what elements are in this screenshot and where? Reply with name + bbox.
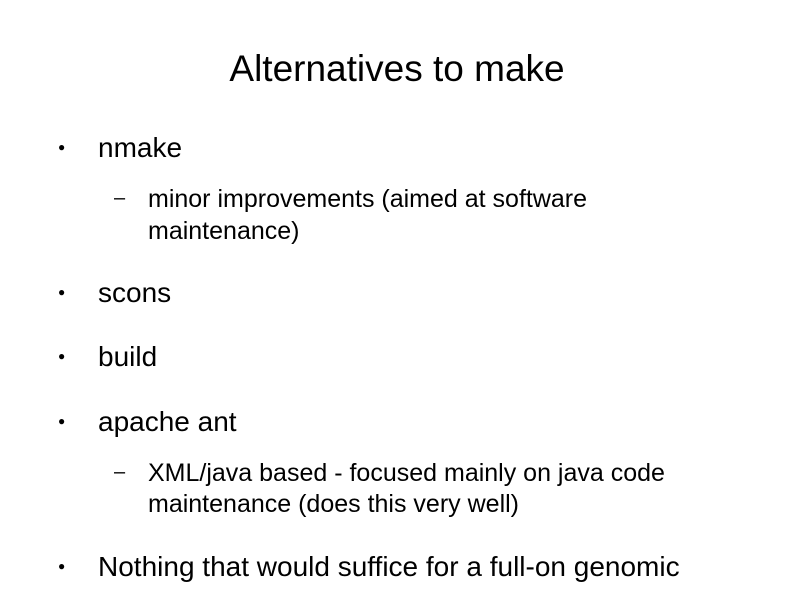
- list-item: scons: [58, 275, 744, 311]
- sub-list: minor improvements (aimed at software ma…: [98, 184, 744, 247]
- list-item: apache ant XML/java based - focused main…: [58, 404, 744, 521]
- sub-list: XML/java based - focused mainly on java …: [98, 458, 744, 521]
- list-item: build: [58, 339, 744, 375]
- list-item: nmake minor improvements (aimed at softw…: [58, 130, 744, 247]
- sub-list-item-label: minor improvements (aimed at software ma…: [148, 185, 587, 244]
- list-item-label: Nothing that would suffice for a full-on…: [98, 551, 680, 585]
- list-item-label: build: [98, 341, 157, 372]
- sub-list-item: minor improvements (aimed at software ma…: [100, 184, 744, 247]
- sub-list-item: XML/java based - focused mainly on java …: [100, 458, 744, 521]
- list-item: Nothing that would suffice for a full-on…: [58, 549, 744, 585]
- slide-content: nmake minor improvements (aimed at softw…: [0, 130, 794, 585]
- slide-title: Alternatives to make: [0, 48, 794, 90]
- sub-list-item-label: XML/java based - focused mainly on java …: [148, 459, 665, 518]
- slide: Alternatives to make nmake minor improve…: [0, 48, 794, 595]
- list-item-label: apache ant: [98, 406, 237, 437]
- list-item-label: nmake: [98, 132, 182, 163]
- list-item-label: scons: [98, 277, 171, 308]
- bullet-list: nmake minor improvements (aimed at softw…: [58, 130, 744, 585]
